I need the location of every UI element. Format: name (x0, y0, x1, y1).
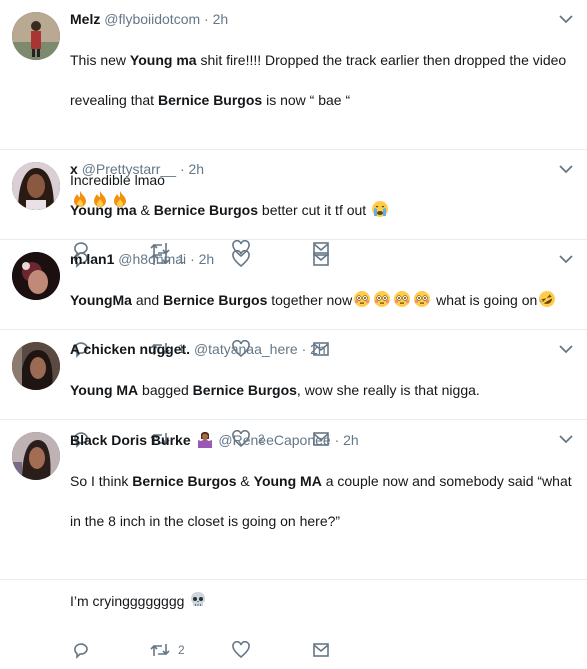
highlighted-term: Bernice Burgos (132, 473, 237, 489)
tweet-text: Young MA bagged Bernice Burgos, wow she … (70, 360, 575, 420)
text-segment: I’m cryingggggggg (70, 593, 185, 609)
direct-message-button[interactable] (312, 641, 330, 659)
highlighted-term: Bernice Burgos (192, 382, 297, 398)
text-segment: revealing that (70, 92, 158, 108)
chevron-down-icon[interactable] (559, 254, 573, 264)
tweet-text: YoungMa and Bernice Burgos together now … (70, 270, 575, 330)
like-button[interactable] (232, 641, 250, 659)
highlighted-term: Young MA (253, 473, 322, 489)
text-segment: & (236, 473, 254, 489)
text-segment: This new (70, 52, 130, 68)
text-segment: So I think (70, 473, 133, 489)
separator: · (301, 341, 307, 357)
text-segment: and (131, 292, 164, 308)
user-handle[interactable]: @Prettystarr__ (82, 161, 176, 177)
tweet-black-doris-burke[interactable]: Black Doris Burke @ReneeCaponee · 2h So … (0, 420, 587, 659)
display-name[interactable]: Melz (70, 11, 100, 27)
separator: · (334, 432, 340, 448)
tweet-melz[interactable]: Melz @flyboiidotcom · 2h This new Young … (0, 0, 587, 258)
text-segment: is now “ bae “ (262, 92, 351, 108)
highlighted-term: Young ma (129, 52, 197, 68)
timestamp[interactable]: 2h (199, 251, 215, 267)
tweet-text: Young ma & Bernice Burgos better cut it … (70, 180, 575, 240)
avatar[interactable] (12, 252, 60, 300)
display-name[interactable]: x (70, 161, 78, 177)
flushed-face-emoji-icon (394, 291, 411, 307)
display-name[interactable]: A chicken nugget. (70, 341, 190, 357)
tweet-header: x @Prettystarr__ · 2h (70, 160, 575, 178)
crying-face-emoji-icon (372, 201, 389, 217)
text-segment: what is going on (432, 292, 538, 308)
tweet-feed: Melz @flyboiidotcom · 2h This new Young … (0, 0, 587, 659)
tweet-a-chicken-nugget[interactable]: A chicken nugget. @tatyanaa_here · 2h Yo… (0, 330, 587, 448)
timestamp[interactable]: 2h (189, 161, 205, 177)
avatar[interactable] (12, 12, 60, 60)
reply-icon (74, 643, 88, 659)
separator: · (190, 251, 195, 267)
chevron-down-icon[interactable] (559, 434, 573, 444)
heart-icon (232, 641, 250, 659)
separator: · (204, 11, 209, 27)
highlighted-term: Bernice Burgos (163, 292, 268, 308)
tweet-text: So I think Bernice Burgos & Young MA a c… (70, 451, 575, 631)
highlighted-term: Young MA (70, 382, 139, 398)
text-segment: in the 8 inch in the closet is going on … (70, 513, 341, 529)
avatar[interactable] (12, 432, 60, 480)
separator: · (179, 161, 185, 177)
display-name[interactable]: m.lan1 (70, 251, 114, 267)
text-segment: better cut it tf out (258, 202, 371, 218)
reply-button[interactable] (72, 641, 90, 659)
tweet-x[interactable]: x @Prettystarr__ · 2h Young ma & Bernice… (0, 150, 587, 268)
chevron-down-icon[interactable] (559, 14, 573, 24)
highlighted-term: Young ma (70, 202, 137, 218)
text-segment: bagged (138, 382, 193, 398)
user-handle[interactable]: @ReneeCaponee (218, 432, 330, 448)
text-segment: & (136, 202, 154, 218)
tweet-header: m.lan1 @h8onmai · 2h (70, 250, 575, 268)
display-name[interactable]: Black Doris Burke (70, 432, 191, 448)
text-segment: a couple now and somebody said “what (321, 473, 572, 489)
highlighted-term: YoungMa (70, 292, 132, 308)
flushed-face-emoji-icon (414, 291, 431, 307)
retweet-icon (150, 644, 170, 656)
text-segment: , wow she really is that nigga. (296, 382, 480, 398)
avatar[interactable] (12, 162, 60, 210)
woman-shrugging-emoji-icon (197, 432, 212, 448)
highlighted-term: Bernice Burgos (157, 92, 263, 108)
text-segment: together now (267, 292, 353, 308)
rolling-laughing-emoji-icon (539, 291, 556, 307)
tweet-header: Black Doris Burke @ReneeCaponee · 2h (70, 430, 575, 449)
user-handle[interactable]: @h8onmai (118, 251, 186, 267)
user-handle[interactable]: @tatyanaa_here (194, 341, 298, 357)
chevron-down-icon[interactable] (559, 164, 573, 174)
tweet-header: A chicken nugget. @tatyanaa_here · 2h (70, 340, 575, 358)
text-segment: shit fire!!!! Dropped the track earlier … (196, 52, 567, 68)
avatar[interactable] (12, 342, 60, 390)
flushed-face-emoji-icon (354, 291, 371, 307)
tweet-header: Melz @flyboiidotcom · 2h (70, 10, 575, 28)
highlighted-term: Bernice Burgos (153, 202, 259, 218)
timestamp[interactable]: 2h (343, 432, 359, 448)
tweet-actions: 2 (70, 637, 575, 669)
tweet-m-lan1[interactable]: m.lan1 @h8onmai · 2h YoungMa and Bernice… (0, 240, 587, 358)
user-handle[interactable]: @flyboiidotcom (104, 11, 200, 27)
timestamp[interactable]: 2h (213, 11, 229, 27)
retweet-button[interactable]: 2 (150, 641, 185, 659)
chevron-down-icon[interactable] (559, 344, 573, 354)
skull-emoji-icon (191, 592, 206, 606)
retweet-count: 2 (178, 643, 185, 657)
flushed-face-emoji-icon (374, 291, 391, 307)
timestamp[interactable]: 2h (310, 341, 326, 357)
mail-icon (313, 643, 329, 657)
